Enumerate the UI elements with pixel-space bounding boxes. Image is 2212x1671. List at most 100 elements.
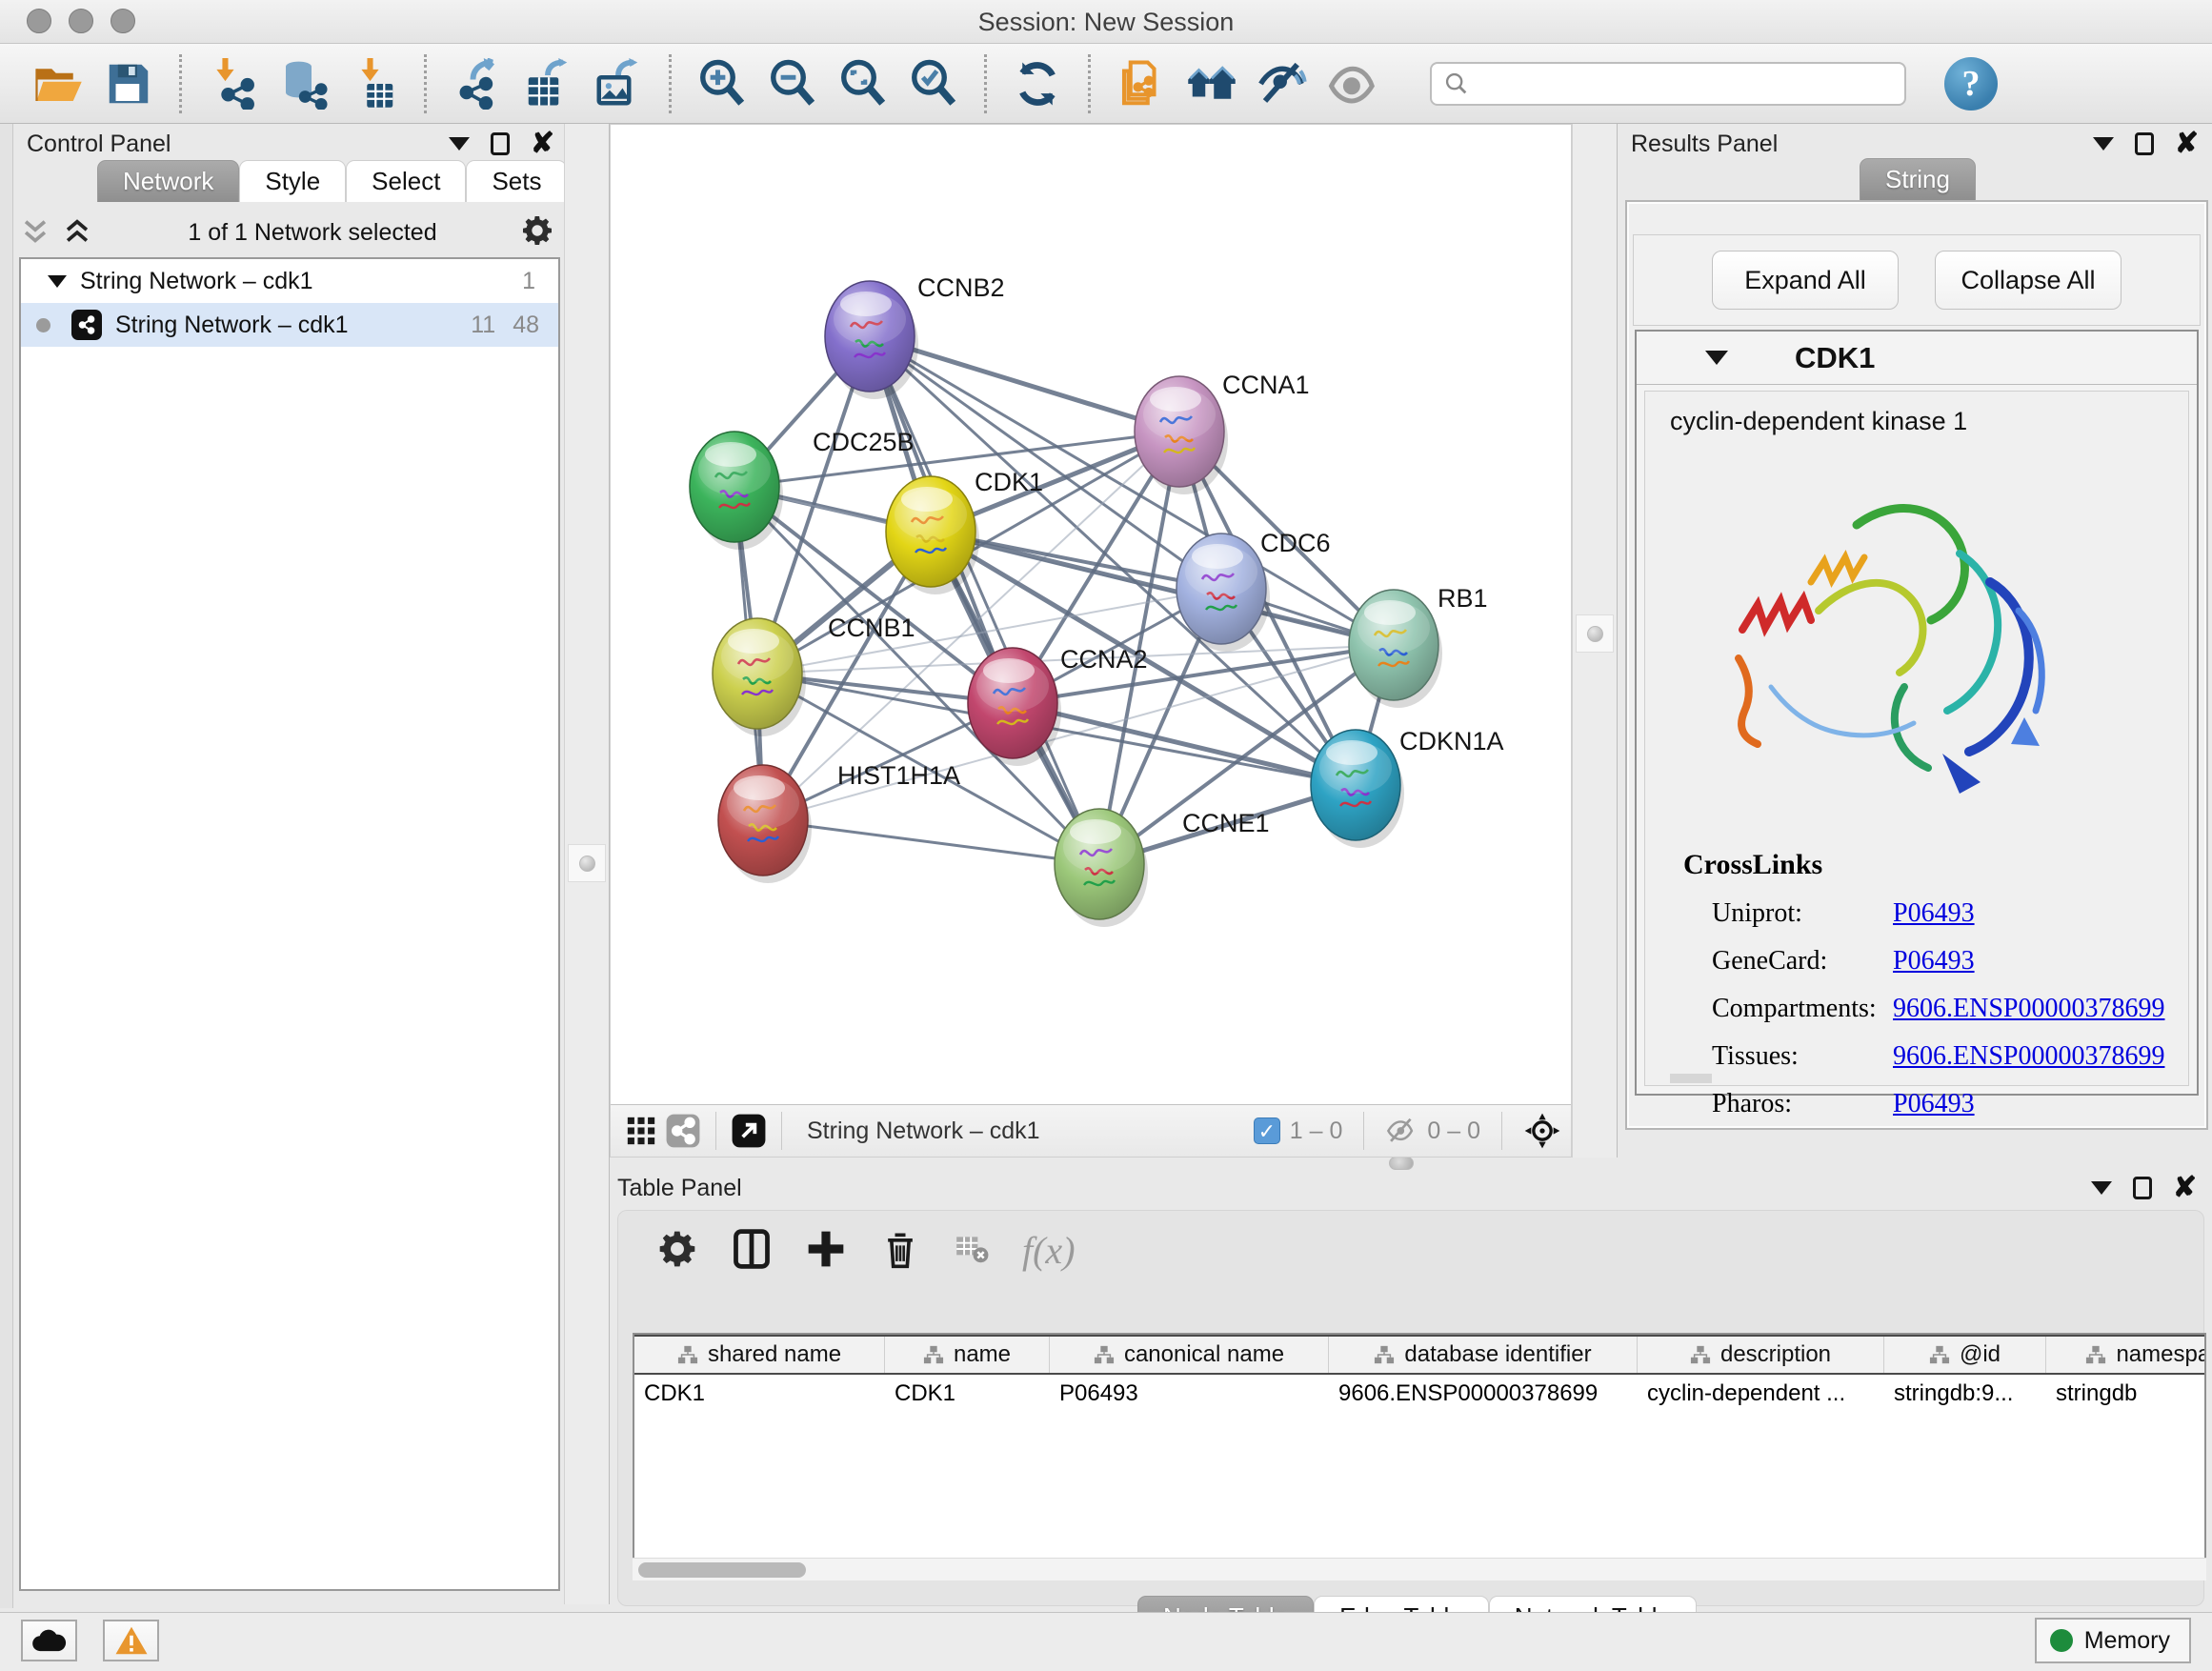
window-close-button[interactable] (27, 9, 51, 33)
network-node-CDK1[interactable] (886, 476, 979, 594)
table-row[interactable]: CDK1CDK1P064939606.ENSP00000378699cyclin… (634, 1375, 2204, 1413)
panel-menu-icon[interactable] (449, 137, 470, 151)
hide-selected-button[interactable] (1253, 54, 1312, 113)
table-hscrollbar[interactable] (633, 1558, 2206, 1580)
string-style-button[interactable] (662, 1112, 704, 1150)
import-network-file-button[interactable] (203, 54, 262, 113)
network-node-CDKN1A[interactable] (1311, 730, 1404, 848)
zoom-selected-button[interactable] (904, 54, 963, 113)
network-title: String Network – cdk1 (807, 1117, 1040, 1145)
memory-button[interactable]: Memory (2035, 1618, 2191, 1663)
show-all-button[interactable] (1323, 54, 1382, 113)
tab-style[interactable]: Style (239, 160, 346, 202)
network-node-CCNE1[interactable] (1055, 809, 1148, 927)
column-header-canonical-name[interactable]: canonical name (1050, 1337, 1329, 1373)
panel-menu-icon[interactable] (2091, 1181, 2112, 1195)
column-header-name[interactable]: name (885, 1337, 1050, 1373)
network-collection-row[interactable]: String Network – cdk1 1 (21, 259, 558, 303)
zoom-fit-button[interactable] (834, 54, 893, 113)
network-node-CCNB2[interactable] (825, 281, 918, 399)
network-canvas[interactable]: CCNB2CCNA1CDC25BCDK1CDC6RB1CCNB1CCNA2CDK… (611, 125, 1571, 1104)
export-network-button[interactable] (448, 54, 507, 113)
zoom-out-button[interactable] (763, 54, 822, 113)
tab-string[interactable]: String (1860, 158, 1976, 200)
save-session-button[interactable] (99, 54, 158, 113)
export-image-button[interactable] (589, 54, 648, 113)
column-header-description[interactable]: description (1638, 1337, 1884, 1373)
function-builder-button[interactable]: f(x) (1022, 1228, 1076, 1270)
panel-close-icon[interactable]: ✘ (2175, 132, 2199, 155)
column-label: namespace (2116, 1341, 2206, 1368)
column-tree-icon (1374, 1344, 1395, 1365)
tab-sets[interactable]: Sets (466, 160, 567, 202)
collapse-all-icon[interactable] (21, 216, 50, 249)
crosslink-label: Tissues: (1712, 1041, 1893, 1072)
warning-status-button[interactable] (103, 1620, 159, 1661)
crosslink-value-link[interactable]: 9606.ENSP00000378699 (1893, 994, 2164, 1024)
protein-card-header[interactable]: CDK1 (1637, 332, 2197, 385)
toolbar-search[interactable] (1430, 62, 1906, 106)
column-header-namespace[interactable]: namespace (2046, 1337, 2206, 1373)
table-options-gear-button[interactable] (656, 1228, 698, 1270)
show-columns-button[interactable] (731, 1228, 773, 1270)
node-label-CDC6: CDC6 (1260, 529, 1331, 557)
crosslink-value-link[interactable]: P06493 (1893, 946, 1975, 976)
export-table-button[interactable] (518, 54, 577, 113)
panel-float-icon[interactable] (2135, 132, 2154, 155)
network-node-RB1[interactable] (1349, 590, 1442, 708)
window-zoom-button[interactable] (111, 9, 135, 33)
column-header-database-identifier[interactable]: database identifier (1329, 1337, 1638, 1373)
window-minimize-button[interactable] (69, 9, 93, 33)
refresh-layout-button[interactable] (1008, 54, 1067, 113)
collapse-triangle-icon[interactable] (1705, 351, 1728, 365)
expand-all-icon[interactable] (63, 216, 91, 249)
network-item-row[interactable]: String Network – cdk1 11 48 (21, 303, 558, 347)
delete-column-button[interactable] (879, 1228, 921, 1270)
export-network-icon (452, 58, 503, 110)
import-table-file-button[interactable] (344, 54, 403, 113)
cloud-status-button[interactable] (21, 1620, 77, 1661)
duplicate-network-button[interactable] (1112, 54, 1171, 113)
import-network-database-button[interactable] (273, 54, 332, 113)
tab-network[interactable]: Network (97, 160, 239, 202)
column-header--id[interactable]: @id (1884, 1337, 2046, 1373)
crosslink-value-link[interactable]: P06493 (1893, 1089, 1975, 1119)
network-node-CCNA1[interactable] (1135, 376, 1228, 494)
selected-checkbox-icon[interactable]: ✓ (1254, 1117, 1280, 1144)
panel-float-icon[interactable] (491, 132, 510, 155)
first-neighbors-button[interactable] (1182, 54, 1241, 113)
horizontal-divider-handle[interactable] (1389, 1157, 1414, 1170)
center-view-icon[interactable] (1523, 1112, 1561, 1150)
crosslink-value-link[interactable]: P06493 (1893, 898, 1975, 929)
divider-handle[interactable] (579, 856, 595, 872)
network-node-CCNB1[interactable] (713, 618, 806, 736)
scrollbar-thumb[interactable] (638, 1562, 806, 1578)
node-label-HIST1H1A: HIST1H1A (837, 761, 960, 790)
open-in-browser-button[interactable] (728, 1112, 770, 1150)
panel-close-icon[interactable]: ✘ (2173, 1177, 2197, 1199)
scrollbar-thumb[interactable] (1670, 1074, 1712, 1083)
tab-select[interactable]: Select (346, 160, 466, 202)
crosslink-value-link[interactable]: 9606.ENSP00000378699 (1893, 1041, 2164, 1072)
panel-float-icon[interactable] (2133, 1177, 2152, 1199)
help-button[interactable]: ? (1944, 57, 1998, 111)
zoom-in-button[interactable] (693, 54, 752, 113)
expand-all-button[interactable]: Expand All (1712, 251, 1899, 310)
network-options-button[interactable] (520, 213, 554, 252)
network-node-CCNA2[interactable] (968, 648, 1061, 766)
network-selected-count: 1 of 1 Network selected (105, 219, 520, 247)
right-panel-divider[interactable] (1572, 124, 1618, 1158)
divider-handle[interactable] (1587, 626, 1603, 642)
collapse-triangle-icon[interactable] (48, 275, 67, 288)
open-file-button[interactable] (29, 54, 88, 113)
column-header-shared-name[interactable]: shared name (634, 1337, 885, 1373)
panel-menu-icon[interactable] (2093, 137, 2114, 151)
collapse-all-button[interactable]: Collapse All (1935, 251, 2122, 310)
network-node-HIST1H1A[interactable] (718, 765, 812, 883)
delete-table-button[interactable] (954, 1228, 990, 1270)
search-input[interactable] (1478, 70, 1893, 97)
panel-close-icon[interactable]: ✘ (531, 132, 554, 155)
left-panel-divider[interactable] (564, 124, 610, 1604)
add-column-button[interactable] (805, 1228, 847, 1270)
birds-eye-view-button[interactable] (620, 1112, 662, 1150)
